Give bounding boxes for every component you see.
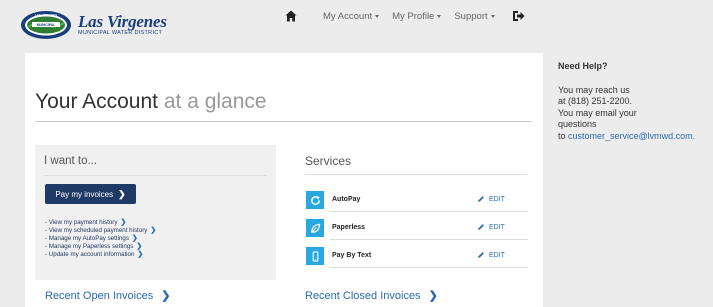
service-paperless: Paperless EDIT [306,216,528,240]
divider [330,267,528,268]
recent-closed-invoices-link[interactable]: Recent Closed Invoices ❯ [305,289,438,303]
link-scheduled-payment-history[interactable]: - View my scheduled payment history ❯ [45,227,156,235]
pencil-icon [478,224,484,230]
logout-icon[interactable] [512,10,525,22]
divider [44,175,267,176]
svg-text:MUNICIPAL: MUNICIPAL [37,23,56,27]
caret-down-icon [437,14,442,18]
link-paperless-settings[interactable]: - Manage my Paperless settings ❯ [45,243,156,251]
link-autopay-settings[interactable]: - Manage my AutoPay settings ❯ [45,235,156,243]
service-autopay: AutoPay EDIT [306,188,528,212]
link-update-account[interactable]: - Update my account information ❯ [45,251,156,259]
leaf-icon [306,219,324,237]
svg-text:LAS VIRGENES: LAS VIRGENES [35,13,57,17]
chevron-right-icon: ❯ [150,227,157,234]
brand-subtitle: MUNICIPAL WATER DISTRICT [78,30,163,37]
help-title: Need Help? [558,61,608,71]
divider [330,239,528,240]
pay-invoices-button[interactable]: Pay my invoices ❯ [45,184,136,204]
help-text: questions [558,119,597,129]
caret-down-icon [375,14,380,18]
chevron-right-icon: ❯ [428,290,438,302]
service-pay-by-text: Pay By Text EDIT [306,244,528,268]
link-payment-history[interactable]: - View my payment history ❯ [45,219,156,227]
service-name: Paperless [332,224,366,231]
email-link[interactable]: customer_service@lvmwd.com. [568,131,695,141]
pencil-icon [478,252,484,258]
divider [35,121,532,122]
divider [305,174,527,175]
nav-my-profile[interactable]: My Profile [392,11,442,22]
page-title: Your Account at a glance [35,90,267,113]
account-panel: Your Account at a glance I want to... Pa… [25,53,543,307]
divider [330,211,528,212]
nav-my-account[interactable]: My Account [323,11,380,22]
help-phone: at (818) 251-2200. [558,96,633,106]
edit-pay-by-text-link[interactable]: EDIT [477,251,505,259]
nav-support[interactable]: Support [454,11,495,22]
chevron-right-icon: ❯ [161,290,171,302]
services-heading: Services [305,154,352,168]
chevron-right-icon: ❯ [118,188,126,199]
refresh-icon [306,191,324,209]
district-seal-icon: MUNICIPAL LAS VIRGENES [21,11,71,39]
i-want-to-card: I want to... Pay my invoices ❯ - View my … [35,145,276,280]
logo[interactable]: MUNICIPAL LAS VIRGENES Las Virgenes MUNI… [20,10,167,40]
service-name: Pay By Text [332,252,372,259]
top-nav: My Account My Profile Support [285,10,525,22]
help-text: You may reach us [558,84,630,95]
caret-down-icon [490,14,495,18]
help-text: You may email your [558,107,637,118]
chevron-right-icon: ❯ [136,243,143,250]
chevron-right-icon: ❯ [137,251,144,258]
chevron-right-icon: ❯ [131,235,138,242]
mobile-icon [306,247,324,265]
help-sidebar: Need Help? You may reach us at (818) 251… [558,61,713,142]
i-want-to-heading: I want to... [44,155,98,167]
service-name: AutoPay [332,196,361,203]
recent-open-invoices-link[interactable]: Recent Open Invoices ❯ [45,289,171,303]
help-text: to [558,130,569,141]
brand-title: Las Virgenes [78,12,167,32]
home-icon[interactable] [285,10,297,22]
chevron-right-icon: ❯ [120,219,127,226]
edit-autopay-link[interactable]: EDIT [477,195,505,203]
pencil-icon [478,196,484,202]
quick-links: - View my payment history ❯ - View my sch… [45,219,156,259]
edit-paperless-link[interactable]: EDIT [477,223,505,231]
